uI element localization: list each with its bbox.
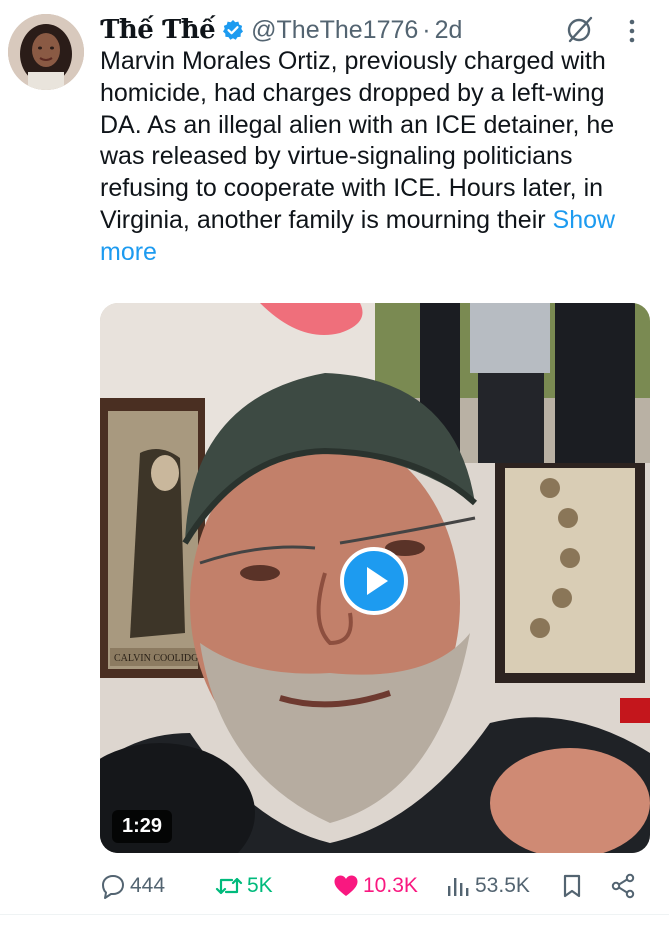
like-heart-icon xyxy=(334,875,358,896)
more-options-icon[interactable] xyxy=(622,18,642,49)
video-duration: 1:29 xyxy=(112,810,173,843)
retweet-button[interactable]: 5K xyxy=(215,868,273,904)
retweet-icon xyxy=(215,877,243,895)
author-avatar[interactable] xyxy=(8,14,84,90)
tweet-body: Marvin Morales Ortiz, previously charged… xyxy=(100,47,615,234)
reply-icon xyxy=(102,875,124,899)
tweet-header: Ƭħế Ƭħế @TheThe1776 · 2d xyxy=(100,10,462,50)
tweet-text: Marvin Morales Ortiz, previously charged… xyxy=(100,46,650,269)
bookmark-icon xyxy=(563,874,581,898)
play-icon[interactable] xyxy=(340,547,408,620)
reply-count: 444 xyxy=(130,874,166,897)
tweet-actions: 444 5K 10.3K 53.5K xyxy=(100,868,650,908)
bookmark-button[interactable] xyxy=(560,868,588,904)
reply-button[interactable]: 444 xyxy=(100,868,165,904)
avatar-image xyxy=(8,14,84,90)
views-button[interactable]: 53.5K xyxy=(445,868,530,904)
share-icon xyxy=(611,873,635,899)
retweet-count: 5K xyxy=(247,874,273,897)
share-button[interactable] xyxy=(610,868,640,904)
tweet-timestamp[interactable]: 2d xyxy=(435,16,463,45)
verified-badge-icon xyxy=(222,19,244,41)
author-name[interactable]: Ƭħế Ƭħế xyxy=(100,15,216,45)
grok-icon[interactable] xyxy=(565,14,595,49)
tweet-divider xyxy=(0,914,669,915)
views-icon xyxy=(448,878,469,896)
separator-dot: · xyxy=(422,15,431,44)
like-button[interactable]: 10.3K xyxy=(333,868,418,904)
author-handle[interactable]: @TheThe1776 xyxy=(251,16,418,45)
like-count: 10.3K xyxy=(363,874,418,897)
views-count: 53.5K xyxy=(475,874,530,897)
portrait-caption: CALVIN COOLIDGE xyxy=(114,653,204,664)
